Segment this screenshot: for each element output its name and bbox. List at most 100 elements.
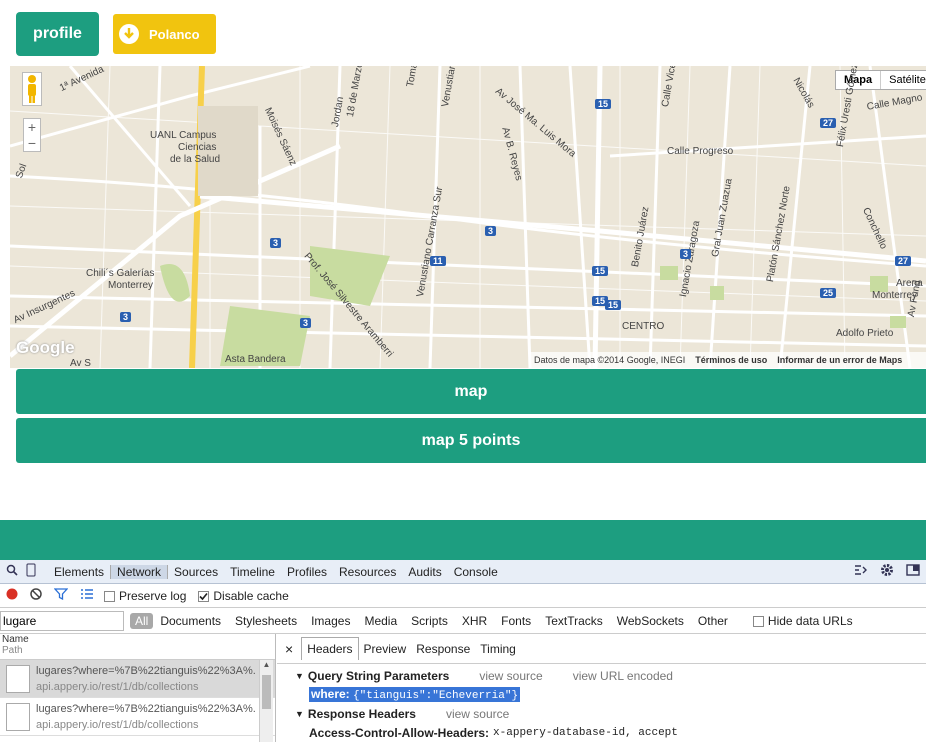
map-label-chilis: Chili´s Galerías <box>86 268 155 279</box>
acah-key: Access-Control-Allow-Headers: <box>309 725 490 740</box>
gear-icon[interactable] <box>874 563 900 580</box>
filter-texttracks[interactable]: TextTracks <box>538 614 610 628</box>
record-icon[interactable] <box>0 588 24 603</box>
filter-websockets[interactable]: WebSockets <box>610 614 691 628</box>
map-type-satellite[interactable]: Satélite <box>881 71 926 89</box>
detail-tab-bar: × Headers Preview Response Timing <box>277 634 926 664</box>
headers-content: ▼ Query String Parameters view source vi… <box>277 664 926 742</box>
map-label-avs: Av S <box>70 358 91 368</box>
expand-triangle-icon[interactable]: ▼ <box>295 671 304 681</box>
map-roads <box>10 66 926 368</box>
zoom-in-button[interactable]: + <box>24 119 40 135</box>
request-path: api.appery.io/rest/1/db/collections <box>36 718 199 731</box>
filter-stylesheets[interactable]: Stylesheets <box>228 614 304 628</box>
response-headers-section[interactable]: ▼ Response Headers view source <box>295 704 926 723</box>
request-list-header[interactable]: Name Path <box>0 634 275 660</box>
map-label-centro: CENTRO <box>622 321 665 332</box>
request-row[interactable]: lugares?where=%7B%22tianguis%22%3A%... a… <box>0 660 275 698</box>
network-toolbar: Preserve log Disable cache <box>0 584 926 608</box>
view-source-link[interactable]: view source <box>479 669 542 683</box>
tab-sources[interactable]: Sources <box>168 565 224 579</box>
highway-shield: 15 <box>605 300 622 310</box>
tab-elements[interactable]: Elements <box>48 565 110 579</box>
map-5-points-button[interactable]: map 5 points <box>16 418 926 463</box>
clear-icon[interactable] <box>24 588 48 603</box>
footer-band <box>0 520 926 560</box>
map-attribution: Datos de mapa ©2014 Google, INEGI Términ… <box>530 352 926 368</box>
highway-shield: 3 <box>270 238 282 248</box>
disable-cache-option[interactable]: Disable cache <box>192 589 294 603</box>
devtools-tab-bar: Elements Network Sources Timeline Profil… <box>0 560 926 584</box>
tab-audits[interactable]: Audits <box>402 565 447 579</box>
map-label-progreso: Calle Progreso <box>667 146 734 157</box>
tab-preview[interactable]: Preview <box>359 642 412 656</box>
request-detail: × Headers Preview Response Timing ▼ Quer… <box>277 634 926 742</box>
search-icon[interactable] <box>0 564 22 579</box>
map-label-bandera: Asta Bandera <box>225 354 286 365</box>
google-map[interactable]: + − Mapa Satélite 1ª Avenida UANL Campus C… <box>10 66 926 368</box>
dock-icon[interactable] <box>900 564 926 579</box>
filter-icon[interactable] <box>48 588 74 603</box>
request-row[interactable]: lugares?where=%7B%22tianguis%22%3A%... a… <box>0 698 275 736</box>
device-icon[interactable] <box>22 563 48 580</box>
map-label-monterrey: Monterrey <box>108 280 154 291</box>
profile-button[interactable]: profile <box>16 12 99 56</box>
filter-images[interactable]: Images <box>304 614 357 628</box>
filter-scripts[interactable]: Scripts <box>404 614 455 628</box>
filter-other[interactable]: Other <box>691 614 735 628</box>
name-column-header: Name <box>2 634 29 645</box>
zoom-control[interactable]: + − <box>23 118 41 152</box>
map-label-uanl: UANL Campus <box>150 130 217 141</box>
tab-console[interactable]: Console <box>448 565 504 579</box>
filter-documents[interactable]: Documents <box>153 614 228 628</box>
where-key: where: <box>311 687 350 701</box>
pegman-icon[interactable] <box>22 72 42 106</box>
highway-shield: 27 <box>820 118 837 128</box>
map-button[interactable]: map <box>16 369 926 414</box>
tab-response[interactable]: Response <box>411 642 475 656</box>
request-list-scrollbar[interactable]: ▲ <box>259 660 273 742</box>
drawer-icon[interactable] <box>848 564 874 579</box>
filter-all[interactable]: All <box>130 612 154 629</box>
preserve-log-option[interactable]: Preserve log <box>100 589 192 603</box>
tab-timeline[interactable]: Timeline <box>224 565 281 579</box>
filter-xhr[interactable]: XHR <box>455 614 494 628</box>
scrollbar-thumb[interactable] <box>262 675 271 709</box>
highway-shield: 3 <box>300 318 312 328</box>
response-view-source-link[interactable]: view source <box>446 707 509 721</box>
disable-cache-checkbox[interactable] <box>198 590 210 602</box>
list-view-icon[interactable] <box>74 588 100 603</box>
preserve-log-checkbox[interactable] <box>104 590 115 602</box>
request-name: lugares?where=%7B%22tianguis%22%3A%... <box>36 702 256 715</box>
filter-input[interactable] <box>0 610 124 631</box>
hide-data-urls-checkbox[interactable] <box>752 615 764 627</box>
polanco-label: Polanco <box>149 26 200 42</box>
filter-media[interactable]: Media <box>357 614 404 628</box>
map-label-salud: de la Salud <box>170 154 221 165</box>
tab-timing[interactable]: Timing <box>475 642 521 656</box>
close-icon[interactable]: × <box>277 641 301 657</box>
devtools-panel: Elements Network Sources Timeline Profil… <box>0 560 926 742</box>
network-filter-bar: All Documents Stylesheets Images Media S… <box>0 608 926 634</box>
tab-resources[interactable]: Resources <box>333 565 402 579</box>
map-label-ciencias: Ciencias <box>178 142 217 153</box>
tab-profiles[interactable]: Profiles <box>281 565 333 579</box>
qsp-section-header[interactable]: ▼ Query String Parameters view source vi… <box>295 666 926 685</box>
tab-headers[interactable]: Headers <box>301 637 359 660</box>
zoom-out-button[interactable]: − <box>24 135 40 151</box>
highway-shield: 25 <box>820 288 837 298</box>
filter-fonts[interactable]: Fonts <box>494 614 538 628</box>
polanco-button[interactable]: Polanco <box>113 14 216 54</box>
preserve-log-label: Preserve log <box>119 588 187 603</box>
expand-triangle-icon[interactable]: ▼ <box>295 709 304 719</box>
view-url-encoded-link[interactable]: view URL encoded <box>573 669 673 683</box>
header-row: Access-Control-Allow-Headers: x-appery-d… <box>295 723 926 742</box>
acah-value: x-appery-database-id, accept <box>493 726 678 739</box>
report-link[interactable]: Informar de un error de Maps <box>777 355 902 365</box>
highway-shield: 15 <box>592 266 609 276</box>
terms-link[interactable]: Términos de uso <box>695 355 767 365</box>
tab-network[interactable]: Network <box>110 564 169 579</box>
hide-data-urls-option[interactable]: Hide data URLs <box>735 614 853 628</box>
google-logo: Google <box>16 338 75 357</box>
highway-shield: 3 <box>485 226 497 236</box>
